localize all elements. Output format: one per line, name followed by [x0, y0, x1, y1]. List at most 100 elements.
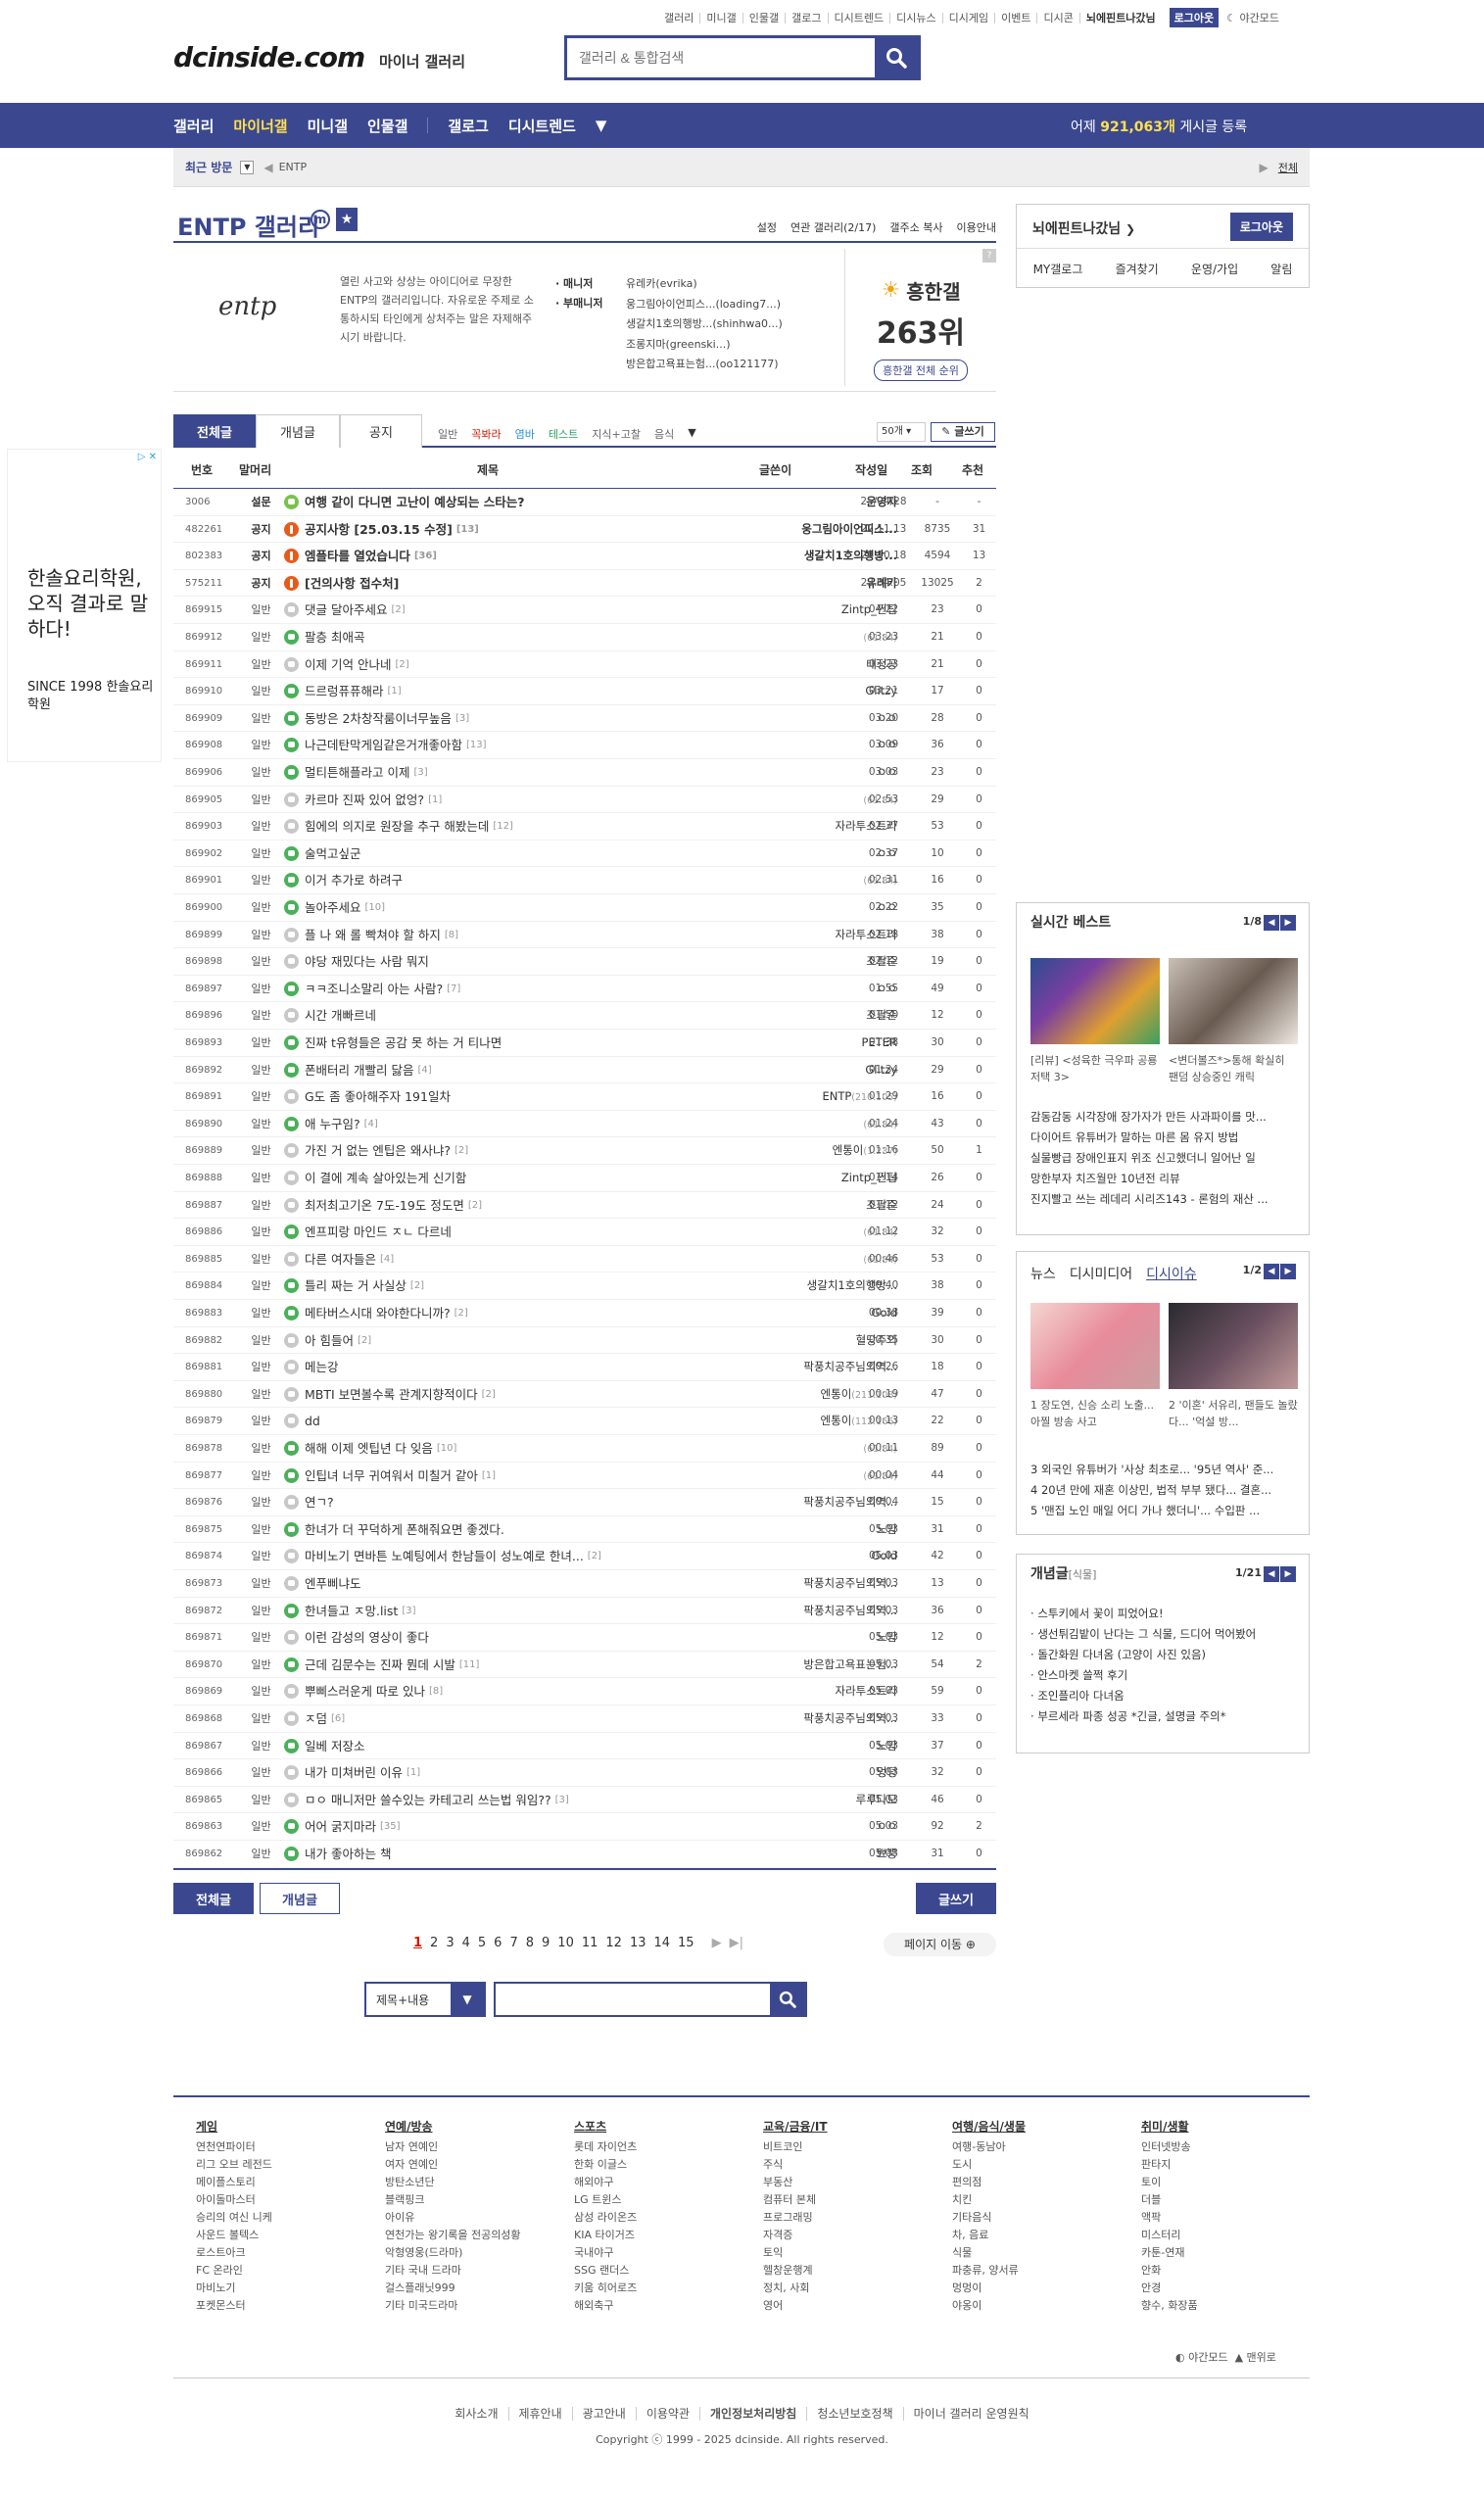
search-input[interactable] [567, 38, 875, 77]
night-mode-toggle[interactable]: ☾ 야간모드 [1226, 10, 1279, 25]
footer-link[interactable]: 방탄소년단 [385, 2174, 561, 2191]
row-title-text[interactable]: 멀티튼해플라고 이제 [305, 759, 409, 786]
row-title-text[interactable]: ㅋㅋ조니소말리 아는 사람? [305, 976, 443, 1002]
row-comment-count[interactable]: [1] [388, 678, 402, 704]
table-row[interactable]: 802383 공지 엠플타를 열었습니다 [36] 생갈치1호의행방... 24.10.1… [173, 543, 996, 570]
util-logout-button[interactable]: 로그아웃 [1169, 8, 1220, 27]
footer-night-mode[interactable]: ◐ 야간모드 ▲ 맨위로 [1175, 2349, 1276, 2365]
footer-link[interactable]: FC 온라인 [196, 2262, 372, 2280]
table-row[interactable]: 869883 일반 메타버스시대 와야한다니까? [2] Gold 00:38 39 0 [173, 1300, 996, 1327]
table-row[interactable]: 869887 일반 최저최고기온 7도-19도 정도면 [2] 조팔준 01:12 24 0 [173, 1192, 996, 1220]
sidebar-list-text[interactable]: 진지빨고 쓰는 레데리 시리즈143 - 론험의 재산 ... [1030, 1192, 1269, 1206]
table-row[interactable]: 869901 일반 이거 추가로 하려구 (61.84) 02:31 16 0 [173, 867, 996, 894]
gallery-link[interactable]: 갤주소 복사 [889, 219, 942, 235]
sidebar-list-text[interactable]: 망한부자 치즈월만 10년전 리뷰 [1030, 1172, 1180, 1185]
table-row[interactable]: 869899 일반 플 나 왜 롤 빡쳐야 할 하지 [8] 자라투스트라 02:18 38… [173, 922, 996, 949]
gnb-item[interactable]: 미니갤 [308, 116, 348, 136]
row-comment-count[interactable]: [2] [588, 1543, 601, 1569]
chevron-left-icon[interactable]: ◀ [1264, 915, 1279, 931]
sidebar-list-text[interactable]: 조인플리아 다녀옴 [1037, 1689, 1124, 1703]
row-title-text[interactable]: 공지사항 [25.03.15 수정] [305, 516, 453, 543]
footer-link[interactable]: 안화 [1141, 2262, 1317, 2280]
bottom-concept-button[interactable]: 개념글 [260, 1883, 340, 1914]
footer-link[interactable]: 야옹이 [952, 2297, 1128, 2315]
row-title-text[interactable]: 술먹고싶군 [305, 840, 361, 867]
table-row[interactable]: 869905 일반 카르마 진짜 있어 없엉? [1] (61.84) 02:53 29 0 [173, 787, 996, 814]
submanager-name[interactable]: 생갈치1호의행방...(shinhwa0...) [626, 314, 783, 335]
gallery-link[interactable]: 이용안내 [957, 219, 996, 235]
footer-link[interactable]: 식물 [952, 2244, 1128, 2262]
bottom-write-button[interactable]: 글쓰기 [916, 1883, 996, 1914]
row-title-text[interactable]: 엠플타를 열었습니다 [305, 543, 410, 569]
row-title-text[interactable]: 마비노기 면바튼 노예팅에서 한남들이 성노예로 한녀... [305, 1543, 584, 1569]
favorite-star-icon[interactable]: ★ [336, 208, 358, 231]
table-row[interactable]: 869906 일반 멀티튼해플라고 이제 [3] ㅇㅇ 03:03 23 0 [173, 759, 996, 787]
gnb-item[interactable]: 갤러리 [173, 116, 214, 136]
footer-link[interactable]: 멍멍이 [952, 2280, 1128, 2297]
page-link[interactable]: 10 [553, 1936, 578, 1955]
chevron-right-icon[interactable]: ▶ [1280, 915, 1296, 931]
gallery-title[interactable]: ENTP 갤러리 [177, 208, 319, 242]
sidebar-list-text[interactable]: 다이어트 유튜버가 말하는 마른 몸 유지 방법 [1030, 1130, 1238, 1144]
footer-link[interactable]: 블랙핑크 [385, 2191, 561, 2209]
util-link[interactable]: 갤러리 [658, 12, 701, 24]
news-caption-2[interactable]: 2 '이혼' 서유리, 팬들도 놀랐다... '억설 방... [1169, 1397, 1298, 1430]
footer-link[interactable]: 기타 국내 드라마 [385, 2262, 561, 2280]
footer-link[interactable]: 롯데 자이언츠 [574, 2138, 750, 2156]
footer-link[interactable]: 주식 [763, 2156, 939, 2174]
row-comment-count[interactable]: [13] [456, 516, 479, 543]
table-row[interactable]: 869915 일반 댓글 달아주세요 [2] Zintp_찐팁 04:22 23 0 [173, 597, 996, 624]
row-title-text[interactable]: 한녀들고 ㅈ망.list [305, 1598, 398, 1624]
head-filter[interactable]: 꼭봐라 [471, 426, 501, 442]
news-thumb-1[interactable] [1030, 1303, 1160, 1389]
sidebar-list-item[interactable]: 다이어트 유튜버가 말하는 마른 몸 유지 방법 [1017, 1128, 1309, 1148]
row-title-text[interactable]: ㅁㅇ 매니저만 쓸수있는 카테고리 쓰는법 워임?? [305, 1787, 551, 1813]
row-writer-name[interactable]: 엔통이 [821, 1414, 852, 1427]
bottom-search-button[interactable] [770, 1984, 805, 2015]
row-comment-count[interactable]: [13] [466, 732, 487, 758]
footer-link[interactable]: 아이유 [385, 2209, 561, 2227]
sidebar-list-item[interactable]: · 스투키에서 꽃이 피었어요! [1017, 1604, 1309, 1624]
head-filter[interactable]: 지식+고찰 [592, 426, 641, 442]
gnb-item[interactable]: 마이너갤 [233, 116, 287, 136]
row-title-text[interactable]: 드르렁퓨퓨해라 [305, 678, 384, 704]
news-caption-1[interactable]: 1 장도연, 신승 소리 노출... 아찔 방송 사고 [1030, 1397, 1160, 1430]
util-link[interactable]: 디시뉴스 [890, 12, 943, 24]
gnb-item[interactable]: 갤로그 [448, 116, 488, 136]
table-row[interactable]: 869867 일반 일베 저장소 노맘 05.03 37 0 [173, 1733, 996, 1760]
footer-link[interactable]: 로스트아크 [196, 2244, 372, 2262]
row-title-text[interactable]: 애 누구임? [305, 1111, 360, 1137]
row-title-text[interactable]: 메는강 [305, 1354, 339, 1380]
table-row[interactable]: 869910 일반 드르렁퓨퓨해라 [1] Glitzy 03:21 17 0 [173, 678, 996, 705]
news-tab[interactable]: 뉴스 [1030, 1264, 1056, 1283]
sidebar-list-text[interactable]: 실물빵급 장애인표지 위조 신고했더니 일어난 일 [1030, 1151, 1256, 1165]
row-title-text[interactable]: 플 나 왜 롤 빡쳐야 할 하지 [305, 922, 441, 948]
table-row[interactable]: 869909 일반 동방은 2차창작룸이너무높음 [3] ㅇㅇ 03:20 28 0 [173, 705, 996, 733]
sidebar-list-item[interactable]: 진지빨고 쓰는 레데리 시리즈143 - 론험의 재산 ... [1017, 1189, 1309, 1210]
table-row[interactable]: 869886 일반 엔프피랑 마인드 ㅈㄴ 다르네 (61.84) 01:12 32 0 [173, 1219, 996, 1246]
util-link[interactable]: 이벤트 [995, 12, 1038, 24]
gnb-item[interactable]: 인물갤 [367, 116, 407, 136]
sidebar-list-text[interactable]: 3 외국인 유튜버가 '사상 최초로... '95년 역사' 준... [1030, 1463, 1273, 1476]
footer-link[interactable]: 악형영웅(드라마) [385, 2244, 561, 2262]
row-title-text[interactable]: 카르마 진짜 있어 없엉? [305, 787, 424, 813]
table-row[interactable]: 869877 일반 인팁녀 너무 귀여워서 미칠거 같아 [1] (61.84) 00:0… [173, 1463, 996, 1490]
page-link[interactable]: 3 [442, 1936, 457, 1955]
head-filter[interactable]: 음식 [654, 426, 674, 442]
footer-link[interactable]: 키움 히어로즈 [574, 2280, 750, 2297]
row-title-text[interactable]: dd [305, 1408, 320, 1434]
footer-link[interactable]: 기타 미국드라마 [385, 2297, 561, 2315]
row-comment-count[interactable]: [6] [331, 1705, 345, 1732]
row-title-text[interactable]: 힘에의 의지로 원장을 추구 해봤는데 [305, 813, 489, 840]
row-title-text[interactable]: 나근데탄막게임같은거개좋아함 [305, 732, 462, 758]
best-thumb-2[interactable] [1169, 958, 1298, 1044]
search-button[interactable] [875, 38, 918, 77]
row-comment-count[interactable]: [2] [468, 1192, 482, 1219]
rank-all-button[interactable]: 흥한갤 전체 순위 [874, 360, 968, 381]
footer-link[interactable]: 여자 연예인 [385, 2156, 561, 2174]
table-row[interactable]: 869908 일반 나근데탄막게임같은거개좋아함 [13] ㅇㅇ 03:09 36 0 [173, 732, 996, 759]
row-comment-count[interactable]: [4] [364, 1111, 378, 1137]
table-row[interactable]: 869870 일반 근데 김문수는 진짜 뭔데 시발 [11] 방은합고욕표는험... 0… [173, 1652, 996, 1679]
page-size-select[interactable]: 50개 ▾ [877, 422, 926, 442]
head-filter[interactable]: 일반 [438, 426, 457, 442]
